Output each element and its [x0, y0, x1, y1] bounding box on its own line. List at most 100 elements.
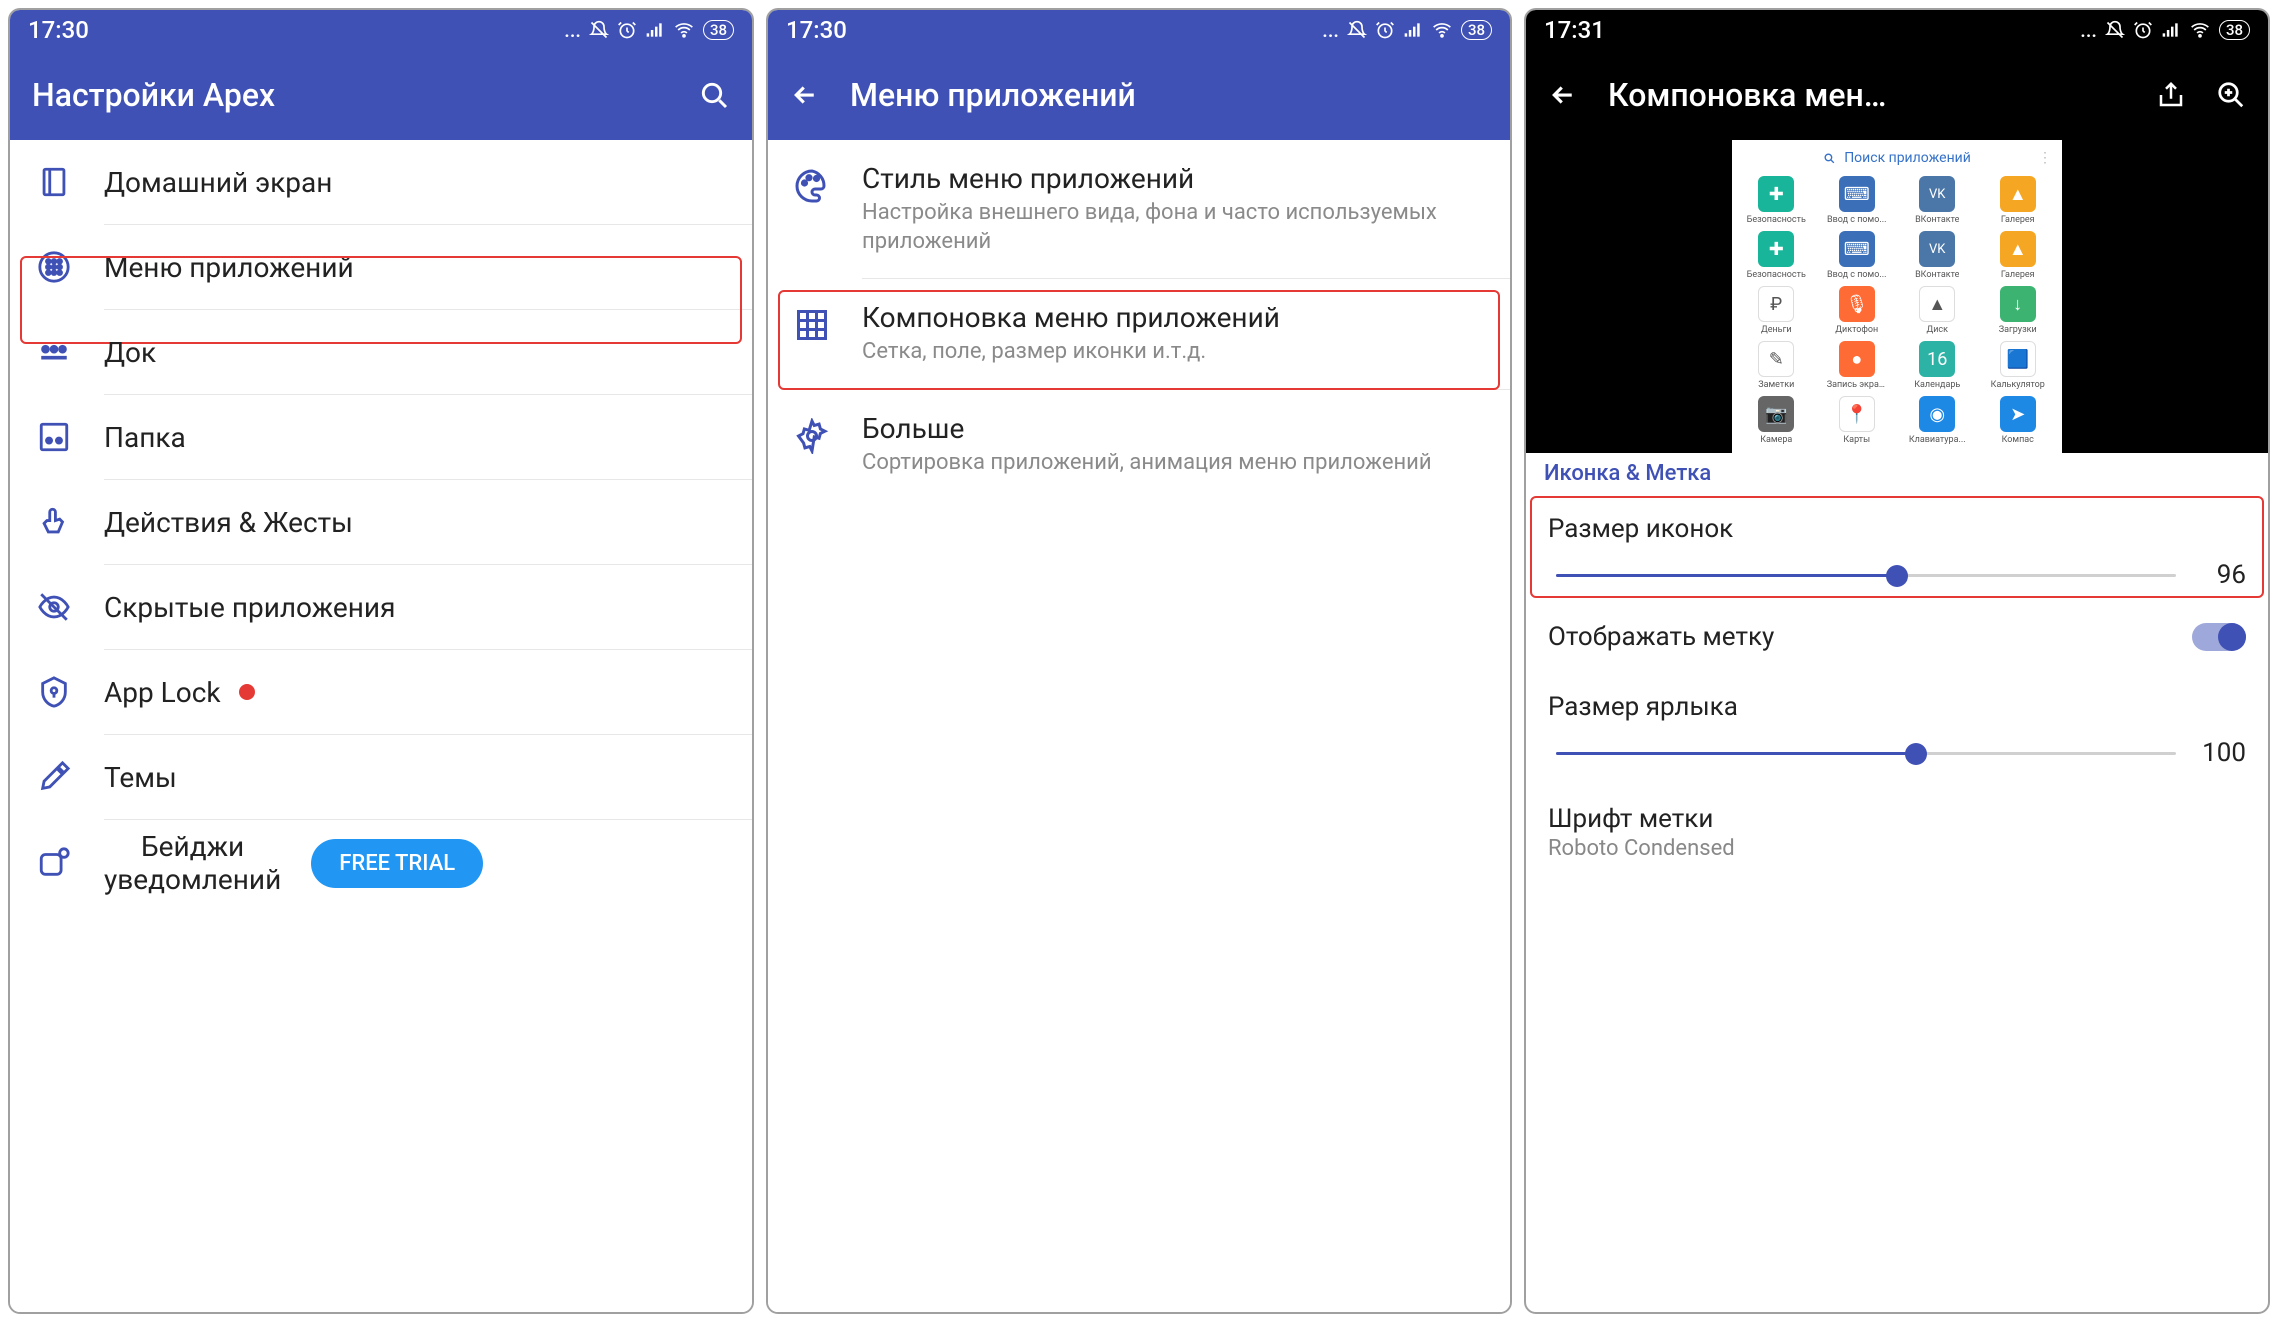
- app-icon: 16: [1919, 341, 1955, 377]
- item-subtitle: Сортировка приложений, анимация меню при…: [862, 449, 1486, 478]
- signal-icon: [2161, 20, 2181, 40]
- app-label: Загрузки: [1999, 325, 2037, 335]
- home-screen-icon: [34, 162, 74, 202]
- preview-app: ↓Загрузки: [1980, 286, 2057, 335]
- preview-app: ✚Безопасность: [1738, 231, 1815, 280]
- preview-search: Поиск приложений ⋮: [1732, 146, 2062, 172]
- label-size-row[interactable]: Размер ярлыка: [1526, 674, 2268, 732]
- status-time: 17:31: [1544, 16, 1605, 44]
- item-title: Стиль меню приложений: [862, 162, 1486, 195]
- dots-icon: ...: [1322, 18, 1339, 42]
- app-label: Камера: [1760, 435, 1792, 445]
- app-label: Компас: [2002, 435, 2034, 445]
- notification-dot: [239, 684, 255, 700]
- app-label: Ввод с помо...: [1827, 215, 1886, 225]
- app-icon: ●: [1839, 341, 1875, 377]
- app-label: Заметки: [1758, 380, 1794, 390]
- page-title: Настройки Apex: [32, 76, 668, 114]
- eye-off-icon: [34, 587, 74, 627]
- app-label: Календарь: [1914, 380, 1960, 390]
- free-trial-badge[interactable]: FREE TRIAL: [311, 839, 483, 888]
- preview-app: 🟦Калькулятор: [1980, 341, 2057, 390]
- icon-size-slider[interactable]: [1556, 563, 2176, 587]
- label-size-label: Размер ярлыка: [1548, 692, 2246, 722]
- app-label: Калькулятор: [1991, 380, 2045, 390]
- statusbar: 17:30 ... 38: [768, 10, 1510, 50]
- app-icon: VK: [1919, 176, 1955, 212]
- item-title: Компоновка меню приложений: [862, 301, 1486, 334]
- item-label: Меню приложений: [104, 251, 354, 284]
- app-icon: ⌨: [1839, 176, 1875, 212]
- item-subtitle: Сетка, поле, размер иконки и.т.д.: [862, 338, 1486, 367]
- item-dock[interactable]: Док: [10, 310, 752, 394]
- icon-size-row[interactable]: Размер иконок: [1526, 496, 2268, 554]
- appbar: Компоновка мен…: [1526, 50, 2268, 140]
- alarm-icon: [2133, 20, 2153, 40]
- preview-app: ● Запись экрана: [1819, 341, 1896, 390]
- item-home-screen[interactable]: Домашний экран: [10, 140, 752, 224]
- preview-app: ⌨Ввод с помо...: [1819, 231, 1896, 280]
- item-layout[interactable]: Компоновка меню приложений Сетка, поле, …: [768, 279, 1510, 389]
- alarm-icon: [1375, 20, 1395, 40]
- item-themes[interactable]: Темы: [10, 735, 752, 819]
- wifi-icon: [2189, 20, 2211, 40]
- preview-app: ▲Галерея: [1980, 176, 2057, 225]
- gesture-icon: [34, 502, 74, 542]
- app-icon: 🎙: [1839, 286, 1875, 322]
- item-badges-cutoff[interactable]: Бейджи уведомлений FREE TRIAL: [10, 820, 752, 896]
- preview-app: ✚Безопасность: [1738, 176, 1815, 225]
- item-style[interactable]: Стиль меню приложений Настройка внешнего…: [768, 140, 1510, 278]
- app-icon: ➤: [2000, 396, 2036, 432]
- signal-icon: [645, 20, 665, 40]
- preview-app: ✎Заметки: [1738, 341, 1815, 390]
- item-gestures[interactable]: Действия & Жесты: [10, 480, 752, 564]
- menu-list: Стиль меню приложений Настройка внешнего…: [768, 140, 1510, 1312]
- font-value: Roboto Condensed: [1548, 836, 2246, 861]
- font-row[interactable]: Шрифт метки Roboto Condensed: [1526, 778, 2268, 871]
- item-label: Скрытые приложения: [104, 591, 395, 624]
- wifi-icon: [1431, 20, 1453, 40]
- bell-mute-icon: [589, 20, 609, 40]
- status-time: 17:30: [786, 16, 847, 44]
- item-folder[interactable]: Папка: [10, 395, 752, 479]
- preview-app: ▲ Диск: [1899, 286, 1976, 335]
- item-subtitle: Настройка внешнего вида, фона и часто ис…: [862, 199, 1486, 256]
- grid-icon: [792, 305, 832, 345]
- back-icon[interactable]: [1548, 80, 1578, 110]
- bell-mute-icon: [2105, 20, 2125, 40]
- show-label-row[interactable]: Отображать метку: [1526, 600, 2268, 674]
- app-icon: ▲: [1919, 286, 1955, 322]
- palette-icon: [792, 166, 832, 206]
- appbar: Настройки Apex: [10, 50, 752, 140]
- preview-app: ➤ Компас: [1980, 396, 2057, 445]
- item-label: Темы: [104, 761, 177, 794]
- preview-app: ⌨ Ввод с помо...: [1819, 176, 1896, 225]
- search-icon[interactable]: [698, 79, 730, 111]
- zoom-in-icon[interactable]: [2216, 80, 2246, 110]
- preview-area: Поиск приложений ⋮ ✚Безопасность ⌨ Ввод с …: [1526, 140, 2268, 453]
- app-label: Диск: [1926, 325, 1948, 335]
- item-more[interactable]: Больше Сортировка приложений, анимация м…: [768, 390, 1510, 500]
- item-hidden-apps[interactable]: Скрытые приложения: [10, 565, 752, 649]
- item-label: Действия & Жесты: [104, 506, 353, 539]
- app-label: Запись экрана: [1827, 380, 1887, 390]
- app-label: Клавиатура...: [1909, 435, 1966, 445]
- badge-icon: [34, 843, 74, 883]
- app-label: Карты: [1843, 435, 1870, 445]
- share-icon[interactable]: [2156, 80, 2186, 110]
- show-label-toggle[interactable]: [2192, 623, 2246, 651]
- label-size-slider[interactable]: [1556, 741, 2176, 765]
- battery-badge: 38: [703, 20, 734, 40]
- statusbar: 17:31 ... 38: [1526, 10, 2268, 50]
- dots-icon: ...: [564, 18, 581, 42]
- item-label: App Lock: [104, 676, 221, 709]
- back-icon[interactable]: [790, 80, 820, 110]
- item-app-lock[interactable]: App Lock: [10, 650, 752, 734]
- screen-2: 17:30 ... 38 Меню приложений Стиль меню …: [766, 8, 1512, 1314]
- gear-icon: [792, 416, 832, 456]
- preview-app: 📍Карты: [1819, 396, 1896, 445]
- app-label: Безопасность: [1747, 270, 1806, 280]
- item-label: Папка: [104, 421, 186, 454]
- item-app-menu[interactable]: Меню приложений: [10, 225, 752, 309]
- item-label: Бейджи уведомлений: [104, 830, 281, 896]
